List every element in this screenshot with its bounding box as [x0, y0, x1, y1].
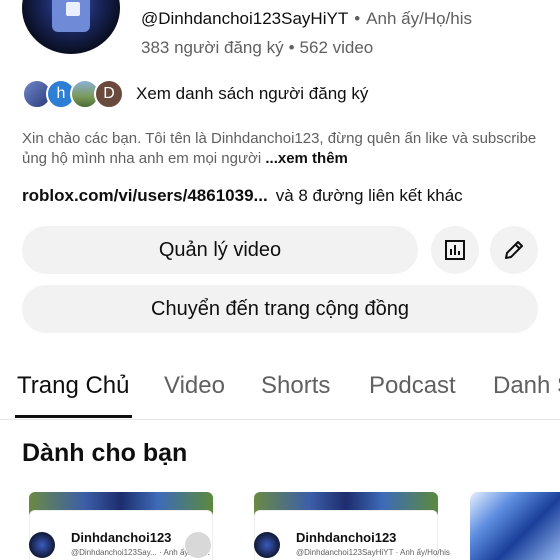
manage-videos-label: Quản lý video	[158, 238, 282, 261]
pencil-icon	[505, 241, 523, 259]
external-link[interactable]: roblox.com/vi/users/4861039...	[22, 186, 268, 205]
channel-handle: @Dinhdanchoi123SayHiYT	[141, 9, 349, 28]
tab-home[interactable]: Trang Chủ	[17, 372, 130, 400]
video-count: 562 video	[299, 38, 374, 57]
community-label: Chuyển đến trang cộng đồng	[151, 297, 409, 320]
subscriber-avatar: D	[94, 79, 124, 109]
card-channel-name: Dinhdanchoi123	[296, 530, 397, 545]
view-subscribers-link[interactable]: Xem danh sách người đăng ký	[136, 84, 368, 104]
card-overlay-avatar	[185, 532, 211, 558]
active-tab-indicator	[15, 415, 132, 418]
avatar-figure-detail	[66, 2, 80, 16]
tab-videos[interactable]: Video	[164, 372, 225, 400]
analytics-button[interactable]	[431, 226, 479, 274]
channel-handle-row: @Dinhdanchoi123SayHiYT • Anh ấy/Họ/his	[141, 9, 472, 29]
section-title: Dành cho bạn	[22, 439, 188, 467]
manage-videos-button[interactable]: Quản lý video	[22, 226, 418, 274]
more-options-icon[interactable]: ⋮	[424, 512, 436, 526]
card-channel-name: Dinhdanchoi123	[71, 530, 172, 545]
separator-dot: •	[354, 9, 361, 28]
subscribers-link-row[interactable]: h D Xem danh sách người đăng ký	[22, 78, 368, 110]
analytics-icon	[445, 240, 465, 260]
card-avatar	[254, 532, 280, 558]
channel-pronouns: Anh ấy/Họ/his	[366, 9, 473, 28]
video-card[interactable]: ⋮ Dinhdanchoi123 @Dinhdanchoi123SayHiYT …	[248, 492, 450, 560]
more-options-icon[interactable]: ⋮	[199, 512, 211, 526]
edit-channel-button[interactable]	[490, 226, 538, 274]
card-avatar	[29, 532, 55, 558]
channel-tabs: Trang Chủ Video Shorts Podcast Danh S	[0, 370, 560, 420]
video-card[interactable]: ⋮ Dinhdanchoi123 @Dinhdanchoi123Say... ·…	[23, 492, 213, 560]
separator-dot: •	[288, 38, 295, 57]
more-links-text[interactable]: và 8 đường liên kết khác	[276, 186, 463, 205]
subscriber-count: 383 người đăng ký	[141, 38, 284, 57]
video-card-partial[interactable]	[470, 492, 560, 560]
go-to-community-button[interactable]: Chuyển đến trang cộng đồng	[22, 285, 538, 333]
tab-podcast[interactable]: Podcast	[369, 372, 456, 400]
channel-description[interactable]: Xin chào các bạn. Tôi tên là Dinhdanchoi…	[22, 129, 542, 169]
tab-shorts[interactable]: Shorts	[261, 372, 330, 400]
tab-playlists[interactable]: Danh S	[493, 372, 560, 400]
channel-stats: 383 người đăng ký • 562 video	[141, 38, 373, 58]
show-more-link[interactable]: ...xem thêm	[265, 150, 348, 167]
card-channel-handle: @Dinhdanchoi123SayHiYT · Anh ấy/Họ/his	[296, 548, 450, 557]
channel-avatar[interactable]	[22, 0, 120, 54]
channel-links[interactable]: roblox.com/vi/users/4861039... và 8 đường…	[22, 186, 463, 206]
